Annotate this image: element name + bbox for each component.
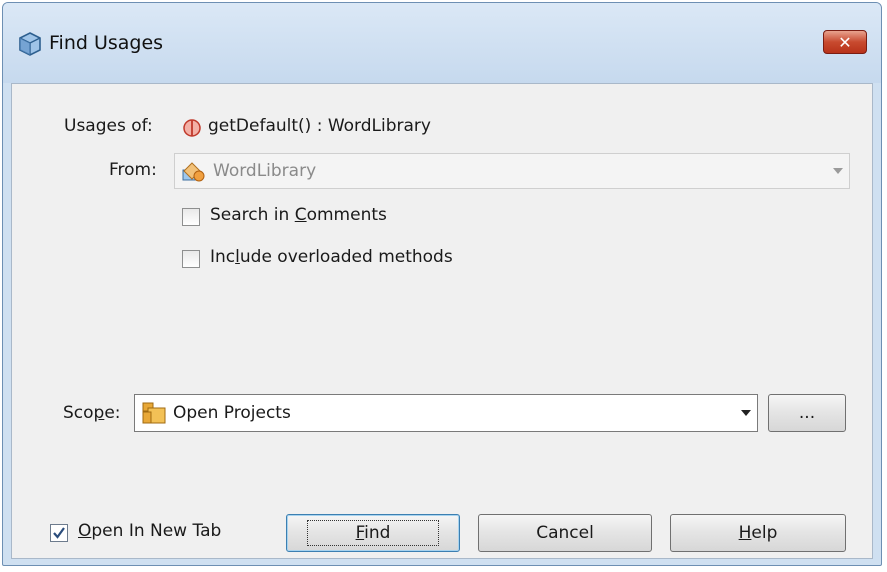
checkmark-icon [53, 527, 65, 539]
search-in-comments-label[interactable]: Search in Comments [210, 205, 387, 225]
projects-folder-icon [142, 402, 166, 424]
usages-of-label: Usages of: [64, 116, 153, 136]
dialog-content: Usages of: getDefault() : WordLibrary Fr… [11, 83, 873, 559]
chevron-down-icon [827, 154, 849, 188]
class-icon [182, 162, 205, 182]
find-button[interactable]: Find [286, 514, 460, 552]
open-in-new-tab-label[interactable]: Open In New Tab [78, 521, 221, 541]
scope-browse-button[interactable]: ... [768, 394, 846, 432]
from-label: From: [109, 160, 157, 180]
find-label: Find [306, 520, 440, 546]
cancel-button[interactable]: Cancel [478, 514, 652, 552]
title-bar[interactable]: Find Usages ✕ [3, 3, 881, 83]
include-overloaded-label[interactable]: Include overloaded methods [210, 247, 453, 267]
app-cube-icon [19, 32, 41, 56]
usages-of-value: getDefault() : WordLibrary [208, 116, 431, 136]
help-button[interactable]: Help [670, 514, 846, 552]
from-value: WordLibrary [213, 161, 317, 181]
open-in-new-tab-checkbox[interactable] [50, 524, 68, 542]
scope-combobox[interactable]: Open Projects [134, 394, 758, 432]
method-icon [183, 119, 201, 137]
close-button[interactable]: ✕ [823, 30, 867, 54]
dialog-title: Find Usages [49, 32, 164, 54]
search-in-comments-checkbox[interactable] [182, 208, 200, 226]
find-usages-dialog: Find Usages ✕ Usages of: getDefault() : … [2, 2, 882, 566]
help-label: Help [738, 523, 778, 543]
browse-label: ... [798, 403, 816, 423]
from-combobox: WordLibrary [174, 153, 850, 189]
chevron-down-icon[interactable] [735, 395, 757, 431]
cancel-label: Cancel [536, 523, 594, 543]
scope-label: Scope: [63, 403, 121, 423]
include-overloaded-checkbox[interactable] [182, 250, 200, 268]
scope-value: Open Projects [173, 403, 291, 423]
close-icon: ✕ [838, 32, 852, 52]
